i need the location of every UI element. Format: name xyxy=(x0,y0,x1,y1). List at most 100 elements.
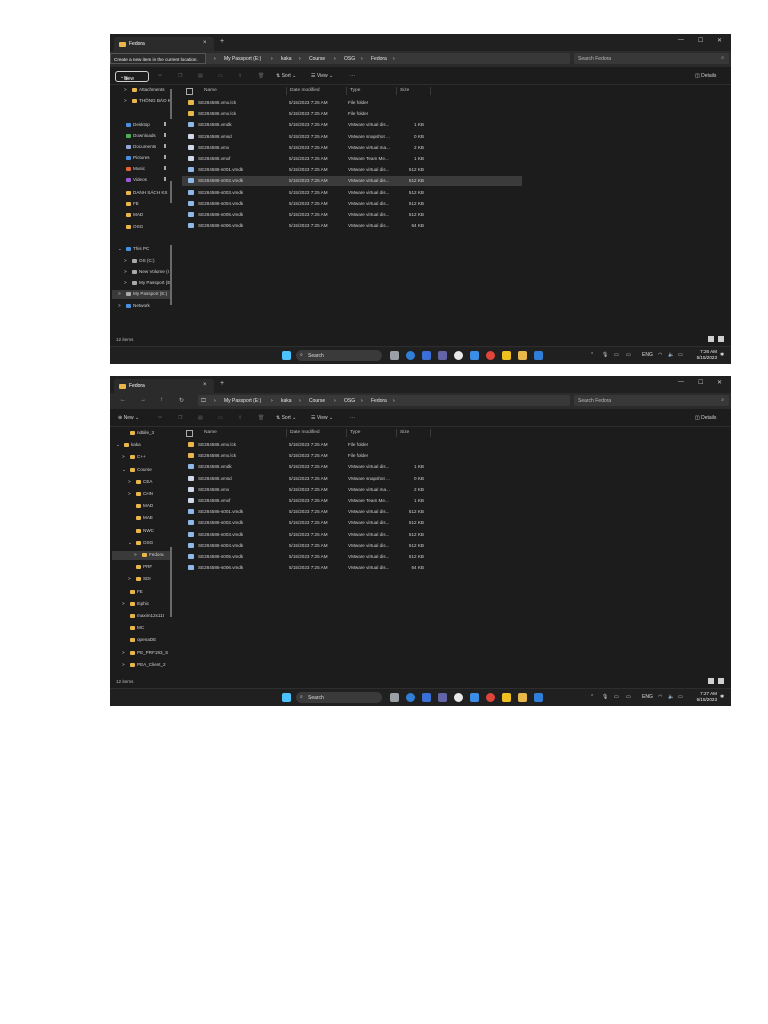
sidebar-item-itiphic[interactable]: > Itiphic xyxy=(112,600,170,609)
column-header-size[interactable]: Size xyxy=(400,430,409,435)
share-icon[interactable]: ⇪ xyxy=(238,73,242,79)
breadcrumb-item[interactable]: My Passport (E:) xyxy=(224,398,261,404)
view-button[interactable]: ☰ View ⌄ xyxy=(311,415,333,421)
close-window-button[interactable]: ✕ xyxy=(717,379,722,386)
back-arrow-icon[interactable]: ← xyxy=(120,397,126,403)
table-row[interactable]: SE284586-s005.vmdk 5/15/2023 7:25 AM VMwar… xyxy=(182,210,522,220)
chevron-right-icon[interactable]: > xyxy=(134,552,137,557)
sidebar-item-mc[interactable]: MC xyxy=(112,624,170,633)
app-icon[interactable] xyxy=(534,693,543,702)
breadcrumb-item[interactable]: OSG xyxy=(344,398,355,404)
show-hidden-icons[interactable]: ⌃ xyxy=(590,694,594,700)
sidebar-item-attachments[interactable]: > Attachments xyxy=(112,86,170,95)
copy-icon[interactable]: ❐ xyxy=(178,415,182,421)
more-button[interactable]: ··· xyxy=(350,415,355,421)
edge-icon[interactable] xyxy=(406,693,415,702)
chevron-right-icon[interactable]: > xyxy=(128,479,131,484)
sidebar-item-this-pc[interactable]: ⌄ This PC xyxy=(112,245,170,254)
table-row[interactable]: SE284586.vmx.lck 5/15/2023 7:25 AM File fo… xyxy=(182,98,522,108)
table-row[interactable]: SE284586.vmx 5/15/2023 7:25 AM VMware virt… xyxy=(182,485,522,495)
search-box[interactable]: Search Fedora ⌕ xyxy=(574,53,729,64)
sidebar-item-danh-s-ch-ks[interactable]: DANH SÁCH KS xyxy=(112,189,170,198)
sidebar-item-my-passport-e[interactable]: > My Passport (E xyxy=(112,279,170,288)
delete-icon[interactable]: 🗑 xyxy=(258,73,264,79)
teams-icon[interactable] xyxy=(438,351,447,360)
pin-icon[interactable] xyxy=(164,144,166,148)
delete-icon[interactable]: 🗑 xyxy=(258,415,264,421)
chevron-right-icon[interactable]: > xyxy=(128,491,131,496)
close-tab-icon[interactable]: × xyxy=(203,382,207,388)
volume-icon[interactable]: 🔈 xyxy=(668,352,674,358)
column-header-size[interactable]: Size xyxy=(400,88,409,93)
tiles-view-icon[interactable] xyxy=(718,678,724,684)
chevron-down-icon[interactable]: ⌄ xyxy=(116,442,120,448)
battery-icon[interactable]: ▭ xyxy=(678,694,683,700)
chevron-right-icon[interactable]: > xyxy=(118,303,121,308)
breadcrumb-item[interactable]: Fedora xyxy=(371,56,387,62)
chevron-right-icon[interactable]: > xyxy=(124,258,127,263)
sidebar-scrollbar[interactable] xyxy=(170,85,172,335)
sidebar-item-openade[interactable]: openaDE xyxy=(112,636,170,645)
sidebar-item-os-c[interactable]: > OS (C:) xyxy=(112,257,170,266)
wifi-icon[interactable]: ◠ xyxy=(658,352,662,358)
chevron-right-icon[interactable]: > xyxy=(118,291,121,296)
close-window-button[interactable]: ✕ xyxy=(717,37,722,44)
breadcrumb-item[interactable]: OSG xyxy=(344,56,355,62)
sidebar-item-sdi[interactable]: > SDI xyxy=(112,575,170,584)
breadcrumb[interactable]: › My Passport (E:) › kaka › Course › OSG… xyxy=(198,53,570,64)
sidebar-item-new-volume-i[interactable]: > New Volume (I xyxy=(112,268,170,277)
column-header-name[interactable]: Name xyxy=(204,88,217,93)
sidebar-item-documents[interactable]: Documents xyxy=(112,143,170,152)
table-row[interactable]: SE284586-s001.vmdk 5/15/2023 7:25 AM VMwar… xyxy=(182,165,522,175)
battery-icon[interactable]: ▭ xyxy=(678,352,683,358)
pin-icon[interactable] xyxy=(164,122,166,126)
table-row[interactable]: SE284586.vmdk 5/15/2023 7:25 AM VMware vir… xyxy=(182,120,522,130)
table-row[interactable]: SE284586.vmdk 5/15/2023 7:25 AM VMware vir… xyxy=(182,462,522,472)
app-icon[interactable] xyxy=(534,351,543,360)
language-indicator[interactable]: ENG xyxy=(642,352,653,358)
column-divider[interactable] xyxy=(396,429,397,437)
sidebar-item-desktop[interactable]: Desktop xyxy=(112,121,170,130)
clock[interactable]: 7:27 AM 5/15/2023 xyxy=(691,691,717,702)
chevron-down-icon[interactable]: ⌄ xyxy=(118,246,122,252)
microphone-icon[interactable]: 🎙 xyxy=(602,352,608,358)
column-divider[interactable] xyxy=(396,87,397,95)
chevron-right-icon[interactable]: > xyxy=(124,280,127,285)
sidebar-item-fe[interactable]: FE xyxy=(112,200,170,209)
volume-icon[interactable]: 🔈 xyxy=(668,694,674,700)
sidebar-item-network[interactable]: > Network xyxy=(112,302,170,311)
tray-app-icon[interactable]: ▭ xyxy=(614,352,619,358)
column-divider[interactable] xyxy=(286,87,287,95)
tab-fedora[interactable]: Fedora × xyxy=(114,37,214,51)
chrome-icon[interactable] xyxy=(454,693,463,702)
chrome-icon[interactable] xyxy=(454,351,463,360)
table-row[interactable]: SE284586.vmsd 5/15/2023 7:25 AM VMware sna… xyxy=(182,132,522,142)
cut-icon[interactable]: ✂ xyxy=(158,73,162,79)
sidebar-item-fedora[interactable]: > Fedora xyxy=(112,551,170,560)
search-box[interactable]: Search Fedora ⌕ xyxy=(574,395,729,406)
column-divider[interactable] xyxy=(430,87,431,95)
taskbar-search[interactable]: ⌕ Search xyxy=(296,692,382,703)
sidebar-item-cea[interactable]: > CEA xyxy=(112,478,170,487)
table-row[interactable]: SE284586.vmx 5/15/2023 7:25 AM VMware virt… xyxy=(182,143,522,153)
zoom-icon[interactable] xyxy=(422,693,431,702)
breadcrumb-item[interactable]: kaka xyxy=(281,56,292,62)
clock[interactable]: 7:26 AM 5/15/2023 xyxy=(691,349,717,360)
sidebar-item-th-ng-b-o-k[interactable]: > THÔNG BÁO K xyxy=(112,97,171,106)
table-row[interactable]: SE284586.vmsd 5/15/2023 7:25 AM VMware sna… xyxy=(182,474,522,484)
breadcrumb[interactable]: 🖵 › My Passport (E:) › kaka › Course › O… xyxy=(198,395,570,406)
chevron-right-icon[interactable]: > xyxy=(122,650,125,655)
sidebar-item-chn[interactable]: > CHN xyxy=(112,490,170,499)
file-explorer-icon[interactable] xyxy=(518,351,527,360)
paste-icon[interactable]: ▤ xyxy=(198,415,203,421)
table-row[interactable]: SE284586.vmxf 5/15/2023 7:25 AM VMware Tea… xyxy=(182,154,522,164)
chevron-down-icon[interactable]: ⌄ xyxy=(122,467,126,473)
edge-icon[interactable] xyxy=(406,351,415,360)
table-row[interactable]: SE284586.vmx.lck 5/15/2023 7:25 AM File fo… xyxy=(182,440,522,450)
sort-button[interactable]: ⇅ Sort ⌄ xyxy=(276,415,296,421)
table-row[interactable]: SE284586.vmx.lck 5/15/2023 7:25 AM File fo… xyxy=(182,451,522,461)
wifi-icon[interactable]: ◠ xyxy=(658,694,662,700)
more-button[interactable]: ··· xyxy=(350,73,355,79)
pin-icon[interactable] xyxy=(164,177,166,181)
sidebar-item-pe-prf193-s[interactable]: > PE_PRF193_S xyxy=(112,649,170,658)
